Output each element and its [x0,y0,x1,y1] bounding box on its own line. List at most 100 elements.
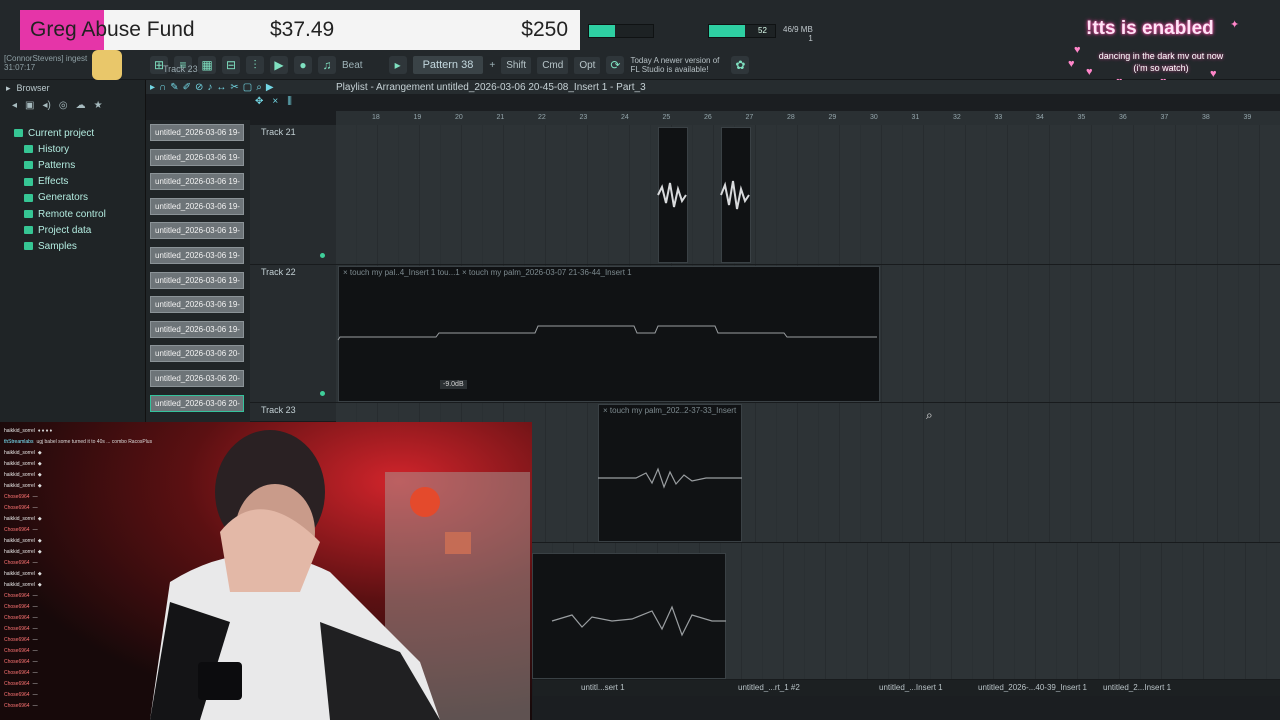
mute-icon[interactable]: ♪ [207,82,212,93]
chat-text: — [32,681,38,687]
toolbar-track-label: Track 23 [163,64,198,74]
fl-logo-icon[interactable]: ✿ [731,56,750,74]
pattern-picker-item[interactable]: untitled_2026-03-06 20- [150,370,244,387]
ruler-bar-number: 22 [538,114,546,121]
pattern-picker-item[interactable]: untitled_2026-03-06 19- [150,247,244,264]
track-lane-21[interactable] [336,125,1280,265]
pattern-picker-item[interactable]: untitled_2026-03-06 19- [150,222,244,240]
track-header-21[interactable]: Track 21 [250,125,336,265]
pattern-play-icon[interactable]: ▸ [388,56,407,74]
update-icon[interactable]: ⟳ [606,56,625,74]
chat-username: haikkid_sorrel [4,538,35,544]
chat-username: Chose6964 [4,692,30,698]
close-icon[interactable]: × [272,96,278,107]
track-header-22[interactable]: Track 22 [250,265,336,403]
pattern-picker-item[interactable]: untitled_2026-03-06 19- [150,148,244,166]
memory-meter-fill [709,25,746,37]
chat-username: haikkid_sorrel [4,549,35,555]
browser-item[interactable]: Project data [0,222,145,238]
browser-arrow-icon[interactable]: ▸ [6,83,11,94]
pattern-picker-item[interactable]: untitled_2026-03-06 19- [150,124,244,141]
ruler-bar-number: 19 [413,114,422,121]
piano-roll-icon[interactable]: ▦ [198,56,216,74]
star-icon[interactable]: ★ [94,100,103,111]
browser-item[interactable]: Patterns [0,157,145,173]
clip-tab[interactable]: untitled_...rt_1 #2 [738,683,800,692]
heart-icon: ♥ [1068,58,1075,70]
browser-item[interactable]: Generators [0,190,145,206]
back-icon[interactable]: ◂ [12,100,17,111]
cmd-button[interactable]: Cmd [537,56,569,74]
chat-message: Chose6964— [4,602,201,613]
arrange-icon[interactable]: ✥ [255,96,263,107]
mixer-icon[interactable]: ⫶ [246,56,264,74]
chat-text: — [32,648,38,654]
clip-tab[interactable]: untitled_2...Insert 1 [1103,683,1171,692]
speaker-icon[interactable]: ◂) [42,100,50,111]
metronome-icon[interactable]: ♫ [318,56,336,74]
timeline-ruler[interactable]: 18 19 20 21 22 23 24 25 26 27 28 29 30 31 32 33 34 35 36 37… [336,111,1280,125]
tts-title: !tts is enabled [1086,18,1214,39]
clip-tab[interactable]: untitl...sert 1 [581,683,625,692]
magnet-icon[interactable]: ∩ [159,82,166,93]
playback-icon[interactable]: ▶ [266,82,274,93]
pattern-picker-item[interactable]: untitled_2026-03-06 19- [150,197,244,215]
shift-button[interactable]: Shift [501,56,532,74]
chat-message: thStreamlabs ugj babel some turned it to … [4,437,201,448]
pattern-selector[interactable]: Pattern 38 [412,56,484,74]
track-active-icon[interactable] [320,253,325,258]
track-header-23[interactable]: Track 23 [250,403,336,422]
pattern-picker-item[interactable]: untitled_2026-03-06 20- [150,394,244,412]
clip-tab[interactable]: untitled_...Insert 1 [879,683,943,692]
pattern-picker-item[interactable]: untitled_2026-03-06 19- [150,271,244,289]
browser-item[interactable]: History [0,141,145,157]
slice-icon[interactable]: ✂ [230,82,238,93]
pattern-picker-item[interactable]: untitled_2026-03-06 20- [150,345,244,363]
browser-item[interactable]: Effects [0,174,145,190]
grid-icon[interactable]: ⫼ [287,96,292,107]
play-icon[interactable]: ▶ [270,56,288,74]
chat-text: — [32,494,38,500]
cloud-icon[interactable]: ☁ [76,100,86,111]
chat-username: Chose6964 [4,505,30,511]
view-icon[interactable]: ▣ [25,100,34,111]
track-active-icon[interactable] [320,391,325,396]
chat-message: haikkid_sorrel ◆ [4,514,201,525]
beat-label[interactable]: Beat [342,60,363,71]
chat-message: haikkid_sorrel ◆ [4,470,201,481]
chat-feed: haikkid_sorrel ♦ ♦ ♦ ♦ thStreamlabs ugj bab… [0,422,205,720]
chat-message: Chose6964— [4,668,201,679]
update-notice[interactable]: Today A newer version of FL Studio is av… [630,56,719,74]
browser-item[interactable]: Samples [0,238,145,254]
globe-icon[interactable]: ◎ [59,100,68,111]
pattern-picker-item[interactable]: untitled_2026-03-06 19- [150,173,244,191]
update-notice-line-2: FL Studio is available! [630,65,709,74]
chat-text: ♦ ♦ ♦ ♦ [37,428,53,434]
paint-icon[interactable]: ✐ [183,82,191,93]
browser-item[interactable]: Remote control [0,206,145,222]
browser-item[interactable]: Current project [0,125,145,141]
track-lane-24[interactable] [532,543,1280,680]
track-lane-22[interactable]: × touch my pal..4_Insert 1 tou...1 × tou… [336,265,1280,403]
zoom-icon[interactable]: ⌕ [256,82,262,93]
play-arrow-icon[interactable]: ▸ [150,82,155,93]
clip-tab[interactable]: untitled_2026-...40-39_Insert 1 [978,683,1087,692]
playlist-header: Playlist - Arrangement untitled_2026-03-… [146,80,1280,94]
record-icon[interactable]: ● [294,56,312,74]
chat-username: haikkid_sorrel [4,461,35,467]
chat-message: haikkid_sorrel ♦ ♦ ♦ ♦ [4,426,201,437]
pencil-icon[interactable]: ✎ [170,82,178,93]
chat-message: Chose6964— [4,525,201,536]
select-icon[interactable]: ▢ [243,82,252,93]
pattern-picker-item[interactable]: untitled_2026-03-06 19- [150,296,244,314]
pattern-picker-item[interactable]: untitled_2026-03-06 19- [150,320,244,338]
channel-rack-icon[interactable]: ⊟ [222,56,240,74]
track-name: Track 23 [261,405,296,415]
memory-line-2: 1 [808,34,813,43]
slip-icon[interactable]: ↔ [216,82,226,93]
opt-button[interactable]: Opt [574,56,601,74]
delete-icon[interactable]: ⊘ [195,82,203,93]
add-pattern-icon[interactable]: + [489,60,495,71]
chat-message: haikkid_sorrel ◆ [4,536,201,547]
zoom-cursor-icon: ⌕ [926,408,933,422]
